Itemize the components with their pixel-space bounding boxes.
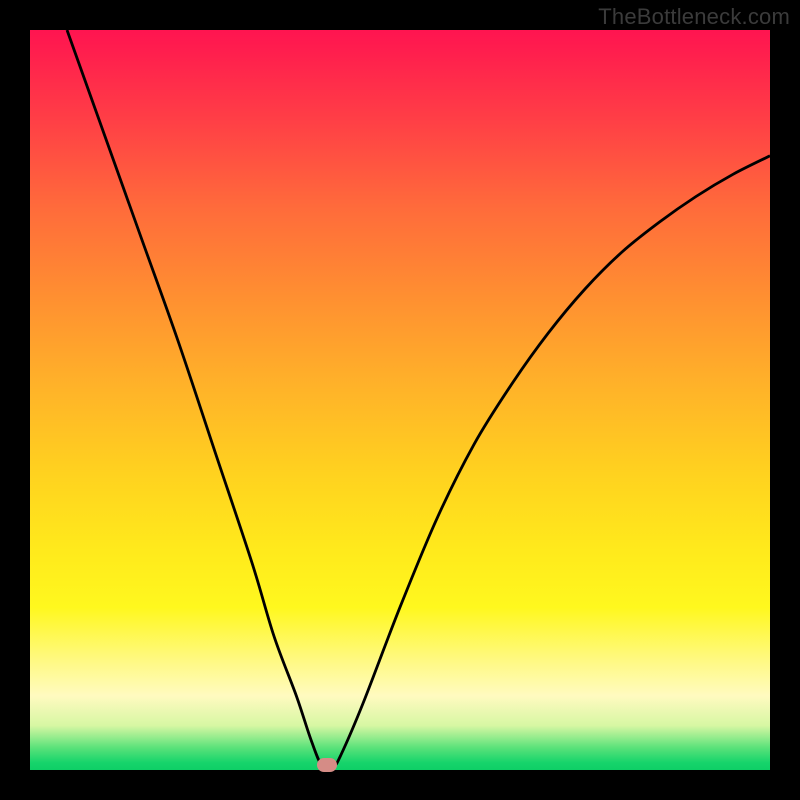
chart-frame (30, 30, 770, 770)
optimal-point-marker (317, 758, 337, 772)
watermark-text: TheBottleneck.com (598, 4, 790, 30)
bottleneck-curve (30, 30, 770, 770)
